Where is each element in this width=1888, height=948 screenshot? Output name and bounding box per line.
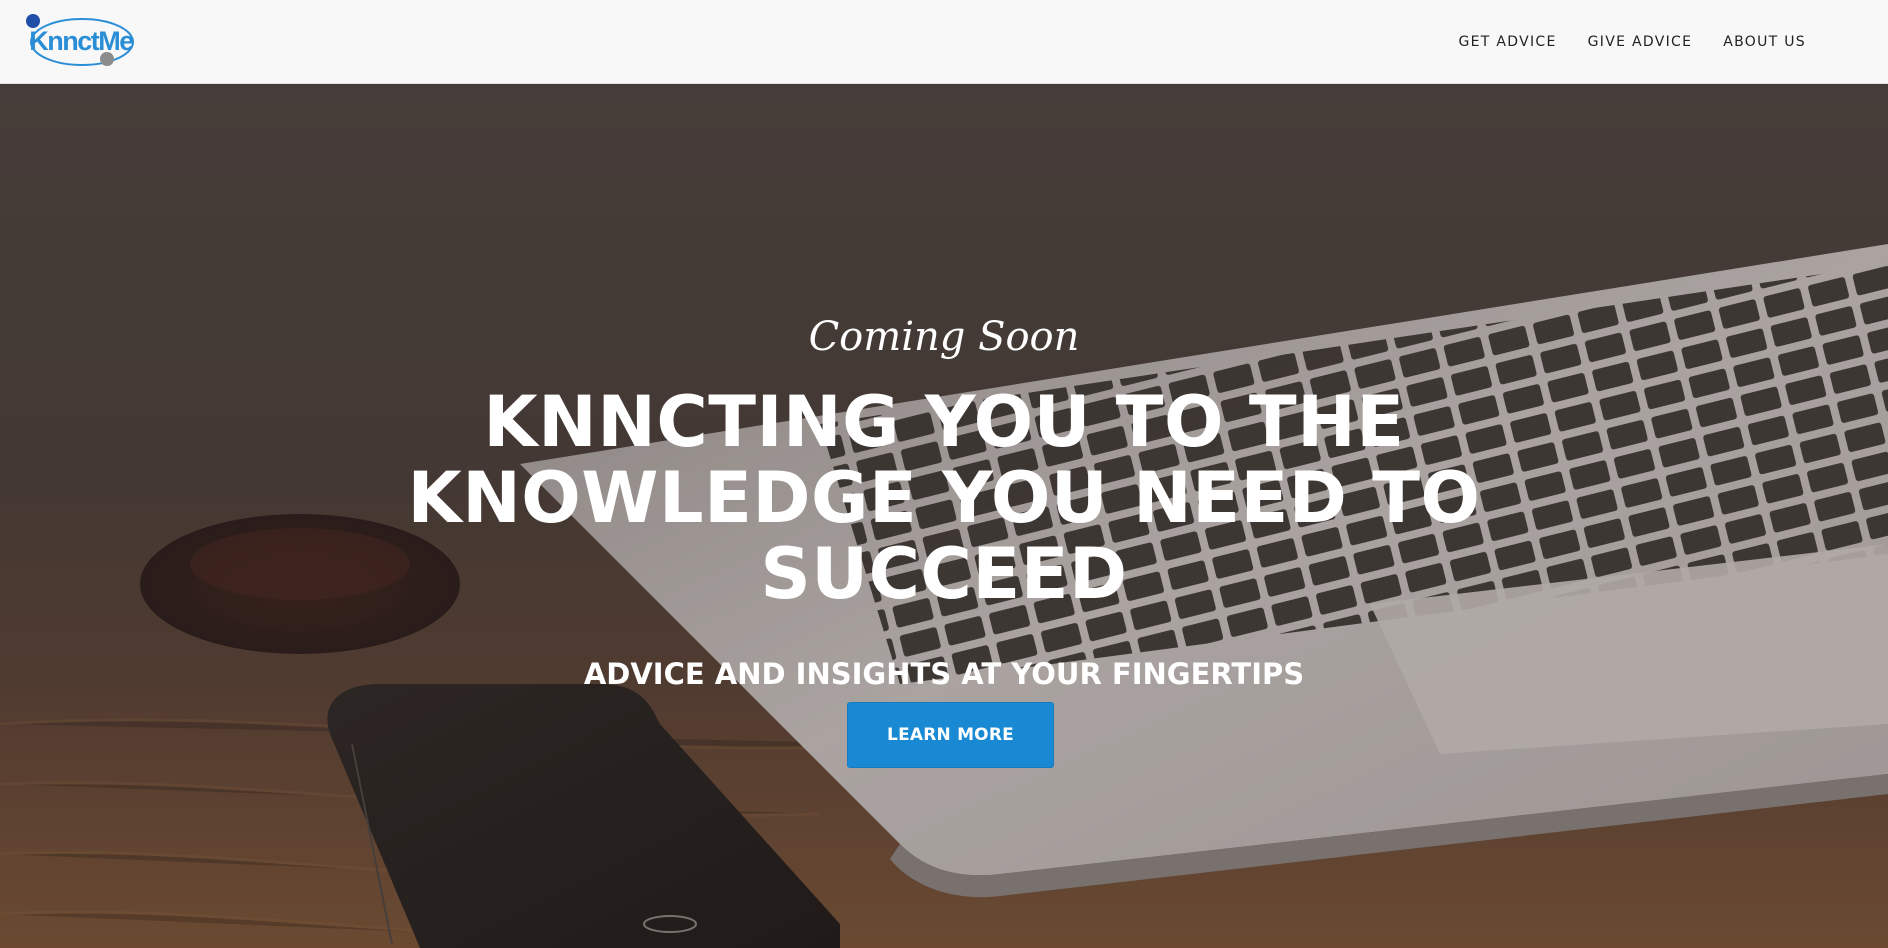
page: KnnctMe GET ADVICE GIVE ADVICE ABOUT US [0, 0, 1888, 948]
nav-about-us[interactable]: ABOUT US [1723, 34, 1806, 50]
hero-content: Coming Soon KNNCTING YOU TO THE KNOWLEDG… [0, 84, 1888, 948]
brand-logo[interactable]: KnnctMe [26, 12, 136, 70]
hero-headline: KNNCTING YOU TO THE KNOWLEDGE YOU NEED T… [407, 381, 1481, 615]
hero-tagline: Coming Soon [808, 314, 1080, 360]
nav-give-advice[interactable]: GIVE ADVICE [1588, 34, 1693, 50]
learn-more-button[interactable]: LEARN MORE [847, 702, 1054, 768]
hero-subheading: ADVICE AND INSIGHTS AT YOUR FINGERTIPS [583, 657, 1305, 691]
logo-text: KnnctMe [29, 26, 134, 56]
hero-section: Coming Soon KNNCTING YOU TO THE KNOWLEDG… [0, 84, 1888, 948]
nav-menu: GET ADVICE GIVE ADVICE ABOUT US [1459, 0, 1806, 84]
navbar: KnnctMe GET ADVICE GIVE ADVICE ABOUT US [0, 0, 1888, 84]
nav-get-advice[interactable]: GET ADVICE [1459, 34, 1557, 50]
